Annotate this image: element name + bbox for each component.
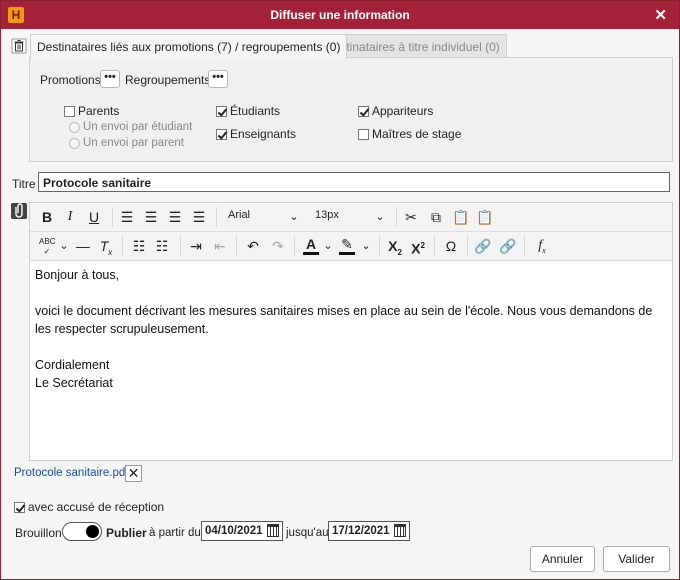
enseignants-checkbox[interactable]: Enseignants xyxy=(216,127,296,141)
font-family-select[interactable]: Arial xyxy=(228,209,250,221)
body-paragraph: voici le document décrivant les mesures … xyxy=(35,304,653,336)
etudiants-checkbox[interactable]: Étudiants xyxy=(216,104,280,118)
title-bar: H Diffuser une information ✕ xyxy=(1,1,679,29)
paste-icon[interactable]: 📋 xyxy=(452,208,469,226)
until-label: jusqu'au xyxy=(286,527,329,539)
maitres-checkbox[interactable]: Maîtres de stage xyxy=(358,127,461,141)
editor-content[interactable]: Bonjour à tous, voici le document décriv… xyxy=(35,266,667,392)
appariteurs-checkbox[interactable]: Appariteurs xyxy=(358,104,433,118)
parents-checkbox[interactable]: Parents xyxy=(64,104,119,118)
chevron-down-icon[interactable]: ⌄ xyxy=(58,237,70,255)
indent-icon[interactable]: ⇥ xyxy=(188,237,204,255)
superscript-icon[interactable]: X2 xyxy=(409,237,427,257)
chevron-down-icon[interactable]: ⌄ xyxy=(287,208,301,226)
promotions-more-button[interactable]: ••• xyxy=(100,70,120,88)
unlink-icon[interactable]: 🔗 xyxy=(499,237,517,255)
formula-icon[interactable]: fx xyxy=(532,237,552,255)
chevron-down-icon[interactable]: ⌄ xyxy=(322,237,334,255)
cut-icon[interactable]: ✂ xyxy=(403,208,419,226)
editor-toolbar-1: B I U ☰ ☰ ☰ ☰ Arial ⌄ 13px ⌄ ✂ ⧉ 📋 📋 xyxy=(30,203,672,232)
text-color-icon[interactable]: A xyxy=(303,237,319,255)
attachment-link[interactable]: Protocole sanitaire.pdf xyxy=(14,467,128,479)
subscript-icon[interactable]: X2 xyxy=(386,237,404,257)
tab-promotions[interactable]: Destinataires liés aux promotions (7) / … xyxy=(30,34,348,59)
align-center-icon[interactable]: ☰ xyxy=(143,208,159,226)
titre-label: Titre xyxy=(12,177,36,191)
bold-icon[interactable]: B xyxy=(39,208,55,226)
spellcheck-icon[interactable]: ABC ✓ xyxy=(39,237,55,256)
chevron-down-icon[interactable]: ⌄ xyxy=(373,208,387,226)
calendar-icon[interactable] xyxy=(267,524,279,537)
regroupements-more-button[interactable]: ••• xyxy=(208,70,228,88)
underline-icon[interactable]: U xyxy=(86,208,102,226)
font-size-select[interactable]: 13px xyxy=(315,209,339,221)
special-char-icon[interactable]: Ω xyxy=(442,237,460,255)
ack-checkbox[interactable]: avec accusé de réception xyxy=(14,500,164,514)
close-icon[interactable]: ✕ xyxy=(654,6,667,24)
redo-icon[interactable]: ↷ xyxy=(270,237,286,255)
validate-button[interactable]: Valider xyxy=(603,546,670,572)
align-justify-icon[interactable]: ☰ xyxy=(191,208,207,226)
align-right-icon[interactable]: ☰ xyxy=(167,208,183,226)
promotions-label: Promotions xyxy=(40,73,101,87)
until-date-input[interactable]: 17/12/2021 xyxy=(328,521,410,541)
dialog-window: H Diffuser une information ✕ Destinatair… xyxy=(0,0,680,580)
from-date-input[interactable]: 04/10/2021 xyxy=(201,521,283,541)
editor-toolbar-2: ABC ✓ ⌄ — Tx ☷ ☷ ⇥ ⇤ ↶ ↷ A ⌄ ✎ ⌄ X2 X2 Ω … xyxy=(30,232,672,261)
regroupements-label: Regroupements xyxy=(125,73,211,87)
italic-icon[interactable]: I xyxy=(63,208,77,226)
signature-line: Le Secrétariat xyxy=(35,376,113,390)
closing-line: Cordialement xyxy=(35,358,110,372)
highlight-color-icon[interactable]: ✎ xyxy=(339,237,355,255)
copy-icon[interactable]: ⧉ xyxy=(428,208,444,226)
publish-label: Publier xyxy=(106,526,147,540)
undo-icon[interactable]: ↶ xyxy=(245,237,261,255)
from-label: à partir du xyxy=(149,527,201,539)
publish-toggle[interactable] xyxy=(62,522,102,541)
align-left-icon[interactable]: ☰ xyxy=(119,208,135,226)
clear-format-icon[interactable]: Tx xyxy=(98,237,114,257)
rich-text-editor: B I U ☰ ☰ ☰ ☰ Arial ⌄ 13px ⌄ ✂ ⧉ 📋 📋 ABC… xyxy=(29,202,673,461)
remove-attachment-icon[interactable]: ✕ xyxy=(125,465,142,482)
dialog-title: Diffuser une information xyxy=(270,8,410,22)
draft-label: Brouillon xyxy=(15,526,62,540)
bullet-list-icon[interactable]: ☷ xyxy=(131,237,147,255)
chevron-down-icon[interactable]: ⌄ xyxy=(360,237,372,255)
per-student-radio[interactable]: Un envoi par étudiant xyxy=(69,121,192,133)
outdent-icon[interactable]: ⇤ xyxy=(212,237,228,255)
per-parent-radio[interactable]: Un envoi par parent xyxy=(69,137,184,149)
link-icon[interactable]: 🔗 xyxy=(474,237,492,255)
greeting-line: Bonjour à tous, xyxy=(35,268,120,282)
paste-text-icon[interactable]: 📋 xyxy=(476,208,493,226)
titre-input[interactable]: Protocole sanitaire xyxy=(38,172,670,192)
trash-icon[interactable] xyxy=(11,38,27,54)
numbered-list-icon[interactable]: ☷ xyxy=(154,237,170,255)
cancel-button[interactable]: Annuler xyxy=(530,546,595,572)
horizontal-rule-icon[interactable]: — xyxy=(75,237,91,255)
calendar-icon[interactable] xyxy=(394,524,406,537)
paperclip-icon[interactable] xyxy=(11,203,27,219)
recipients-panel: Promotions ••• Regroupements ••• Parents… xyxy=(29,57,673,162)
